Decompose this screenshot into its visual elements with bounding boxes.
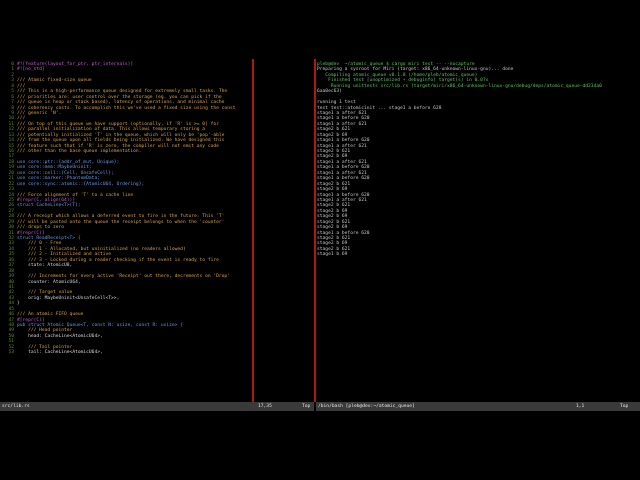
code-text: /// Atomic fixed-size queue — [17, 78, 92, 84]
code-text: /// other than the base queue implementa… — [17, 149, 142, 154]
code-text: /// drops to zero — [17, 225, 65, 231]
code-text: /// parallel initialization of data. Thi… — [17, 127, 206, 133]
code-line[interactable]: 53 tail: CacheLine<AtomicU64>, — [2, 350, 251, 355]
tmux-screen: 0 #![feature(layout_for_ptr, ptr_internal… — [0, 59, 640, 411]
code-text: #[repr(C)] — [17, 230, 45, 236]
code-text: /// 2 - Initialized and active — [17, 252, 112, 258]
editor-status-bar: src/lib.rs 17,35 Top — [0, 402, 314, 411]
code-text: /// feature such that if 'R' is zero, th… — [17, 143, 219, 149]
code-text: /// 3 - Locked during a reader checking … — [17, 257, 219, 263]
pane-divider-left[interactable] — [252, 59, 254, 402]
code-text: /// Increments for every active 'Receipt… — [17, 274, 230, 280]
code-text: /// 0 - Free — [17, 241, 62, 247]
code-text: use core::sync::atomic::{AtomicU64, Orde… — [17, 181, 145, 187]
editor-status-position: 17,35 — [258, 404, 272, 409]
code-text: use core::marker::PhantomData; — [17, 176, 100, 182]
terminal-status-title: /bin/bash [pleb@dev:~/atomic_queue] — [318, 404, 415, 409]
code-text: } — [17, 301, 20, 307]
code-text: /// A receipt which allows a deferred ev… — [17, 214, 225, 220]
code-text: /// Head pointer — [17, 328, 73, 334]
code-text: struct CacheLine<T>(T); — [17, 203, 81, 209]
code-text: /// coherency costs. To accomplish this … — [17, 105, 236, 111]
editor-status-file: src/lib.rs — [2, 404, 30, 409]
code-text: orig: MaybeUninit<UnsafeCell<T>>, — [17, 295, 120, 301]
terminal-status-bar: /bin/bash [pleb@dev:~/atomic_queue] 1,1 … — [316, 402, 640, 411]
code-text: /// priorities are: user control over th… — [17, 94, 222, 100]
code-text: /// Target value — [17, 290, 73, 296]
code-text: /// — [17, 83, 26, 89]
code-text: use core::mem::MaybeUninit; — [17, 165, 92, 171]
terminal-status-scroll: Top — [620, 404, 629, 409]
code-text: #[repr(C)] — [17, 317, 45, 323]
code-text: /// Force alignment of 'T' to a cache li… — [17, 192, 134, 198]
code-text: state: AtomicU8, — [17, 263, 73, 269]
code-text: use core::cell::{Cell, UnsafeCell}; — [17, 170, 114, 176]
code-text: /// Tail pointer — [17, 344, 73, 350]
code-text: /// will be pasted onto the queue the re… — [17, 219, 225, 225]
code-text: /// from the queue upon all fields being… — [17, 138, 225, 144]
code-text: head: CacheLine<AtomicU64>, — [17, 333, 103, 339]
code-text: /// This is a high-performance queue des… — [17, 89, 228, 95]
code-text: #![no_std] — [17, 67, 45, 73]
code-text: /// potentially initialized 'T' in the q… — [17, 132, 225, 138]
editor-status-scroll: Top — [302, 404, 311, 409]
terminal-pane[interactable]: pleb@dev ~/atomic_queue $ cargo miri tes… — [316, 59, 640, 402]
line-number: 53 — [8, 350, 14, 356]
code-text: /// An atomic FIFO queue — [17, 312, 84, 318]
terminal-output-line: Running unittests src/lib.rs (target/mir… — [317, 83, 602, 89]
terminal-status-position: 1,1 — [576, 404, 585, 409]
code-text: counter: AtomicU64, — [17, 279, 81, 285]
code-editor-pane[interactable]: 0 #![feature(layout_for_ptr, ptr_internal… — [0, 59, 251, 402]
terminal-output-line: stage1 b 69 — [317, 252, 348, 258]
code-text: /// queue is heap or stack based), laten… — [17, 100, 225, 106]
code-text: /// — [17, 116, 26, 122]
code-text: tail: CacheLine<AtomicU64>, — [17, 350, 103, 356]
